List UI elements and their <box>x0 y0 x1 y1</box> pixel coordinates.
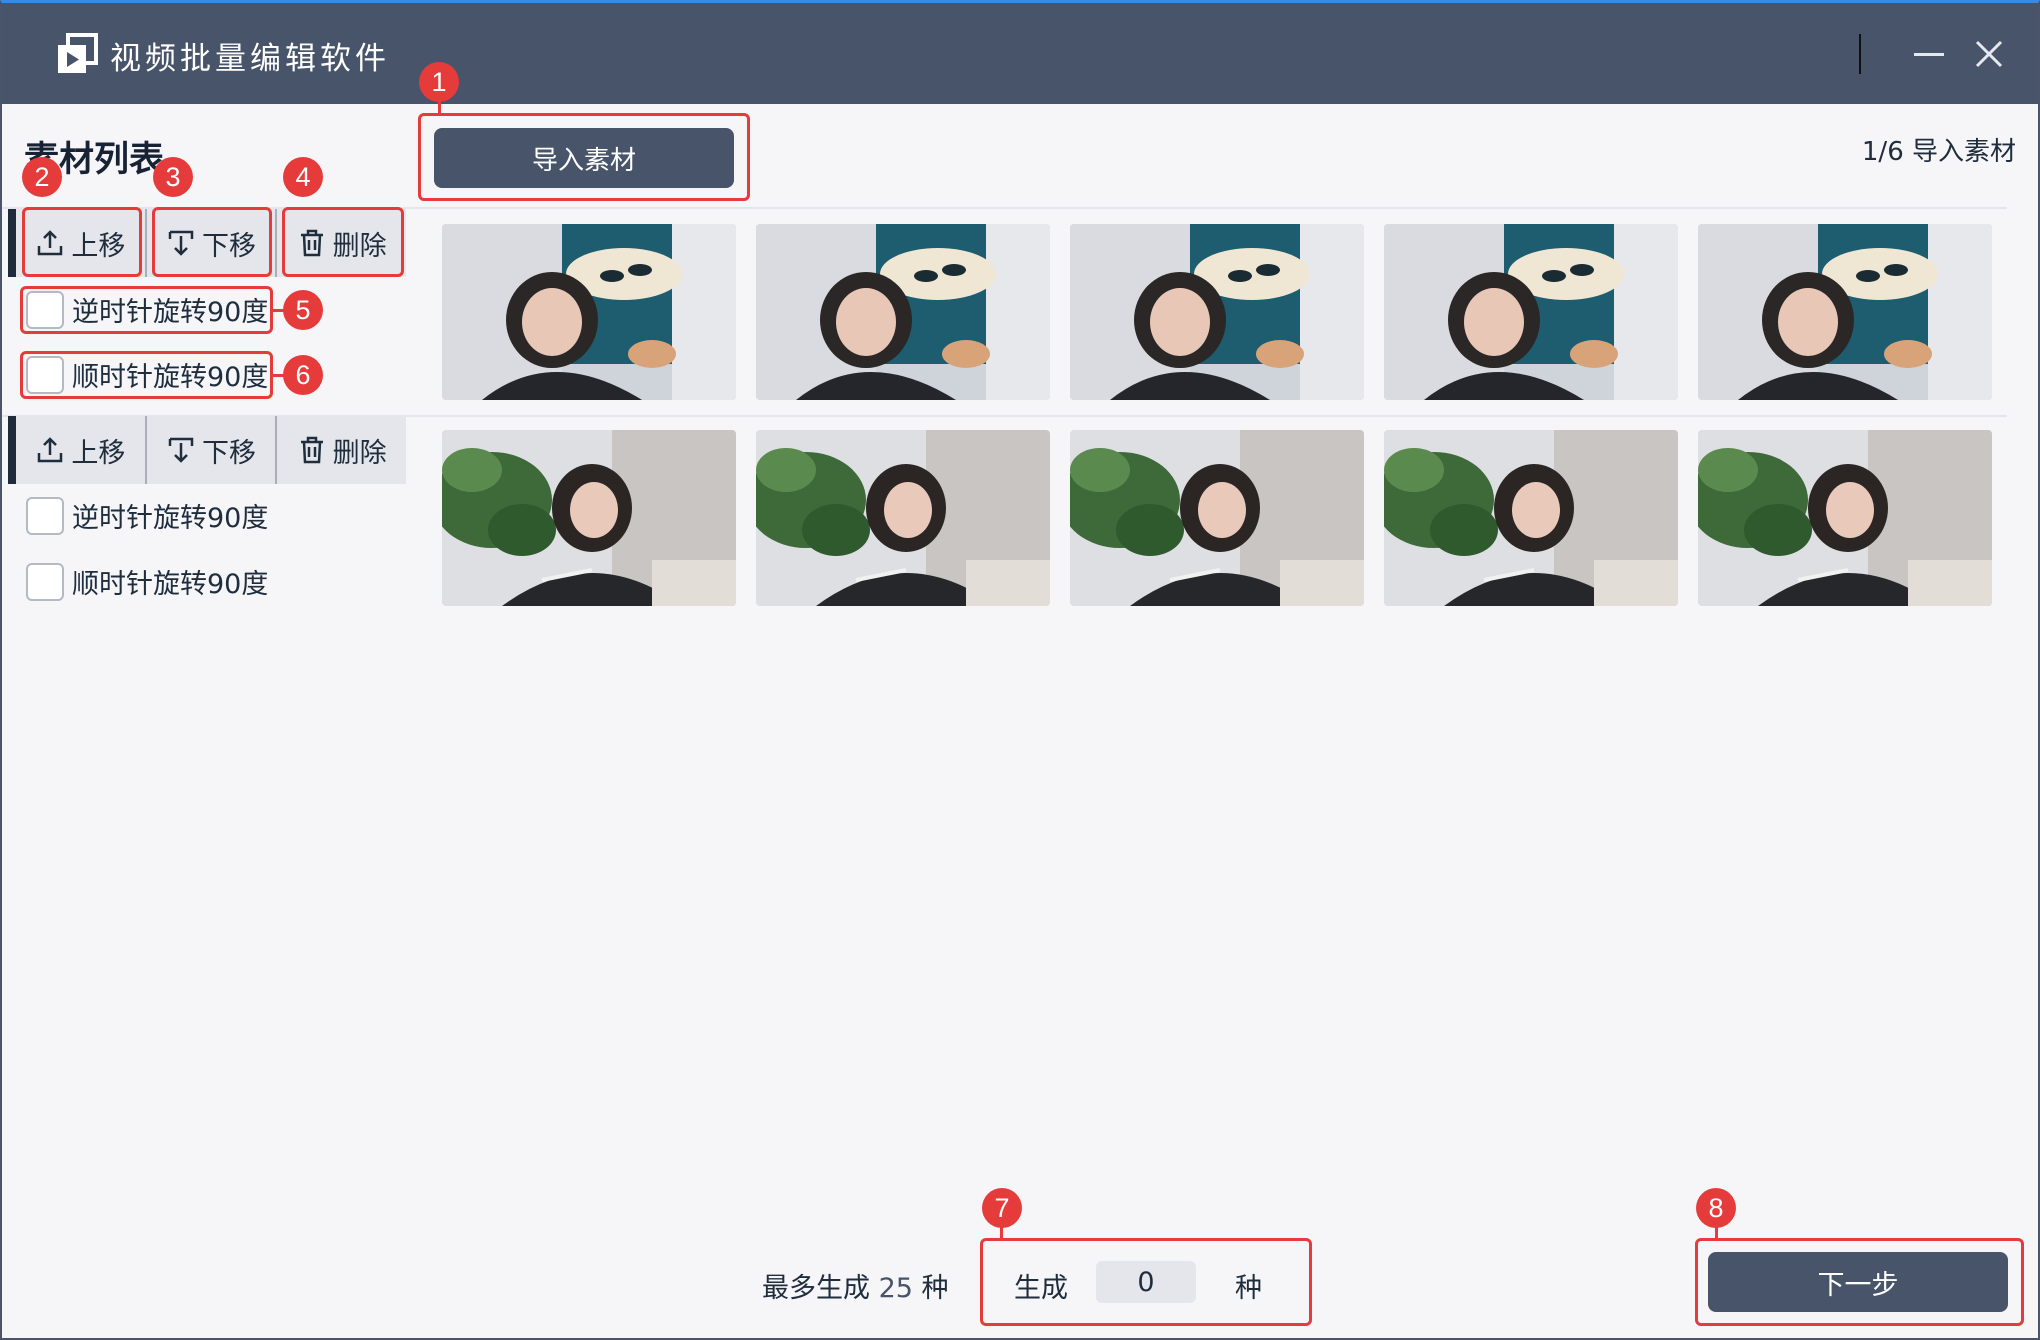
rotate-ccw-option[interactable]: 逆时针旋转90度 <box>26 496 268 535</box>
upload-icon <box>38 437 63 463</box>
annotation-badge-1: 1 <box>419 62 459 102</box>
annotation-box-8 <box>1695 1238 2024 1326</box>
video-frame-thumbnail <box>1070 430 1364 606</box>
annotation-badge-2: 2 <box>22 157 62 197</box>
annotation-box-3 <box>152 207 272 277</box>
row-accent <box>8 416 16 484</box>
download-icon <box>168 437 194 463</box>
move-down-label: 下移 <box>202 437 256 469</box>
rotate-cw-option[interactable]: 顺时针旋转90度 <box>26 562 268 601</box>
minimize-icon[interactable] <box>1914 53 1944 56</box>
max-prefix: 最多生成 <box>762 1273 870 1304</box>
video-frame-thumbnail <box>756 224 1050 400</box>
video-frame-thumbnail <box>442 224 736 400</box>
video-frame-thumbnail <box>1698 224 1992 400</box>
trash-icon <box>300 436 323 464</box>
max-value: 25 <box>878 1273 913 1304</box>
rotate-cw-label: 顺时针旋转90度 <box>72 569 269 600</box>
rotate-cw-checkbox[interactable] <box>26 562 64 601</box>
app-title: 视频批量编辑软件 <box>110 41 390 77</box>
frame-strip <box>442 430 1992 606</box>
annotation-box-4 <box>282 207 404 277</box>
video-frame-thumbnail <box>442 430 736 606</box>
annotation-badge-4: 4 <box>283 157 323 197</box>
video-frame-thumbnail <box>1384 430 1678 606</box>
annotation-badge-3: 3 <box>153 157 193 197</box>
delete-label: 删除 <box>332 437 387 469</box>
app-window: 视频批量编辑软件 素材列表 导入素材 1/6 导入素材 上移 下移 删除 逆时针… <box>0 0 2040 1340</box>
annotation-box-7 <box>980 1238 1312 1326</box>
delete-button[interactable]: 删除 <box>277 416 406 484</box>
row-accent <box>8 209 16 277</box>
move-down-button[interactable]: 下移 <box>147 416 278 484</box>
annotation-box-6 <box>20 351 273 399</box>
close-icon[interactable] <box>1974 39 2004 69</box>
annotation-badge-8: 8 <box>1696 1188 1736 1228</box>
title-bar: 视频批量编辑软件 <box>2 3 2038 104</box>
rotate-ccw-checkbox[interactable] <box>26 496 64 535</box>
video-frame-thumbnail <box>1070 224 1364 400</box>
video-frame-thumbnail <box>1698 430 1992 606</box>
video-frame-thumbnail <box>756 430 1050 606</box>
video-frame-thumbnail <box>1384 224 1678 400</box>
rotate-ccw-label: 逆时针旋转90度 <box>72 503 269 534</box>
annotation-badge-6: 6 <box>283 355 323 395</box>
material-toolbar: 上移 下移 删除 <box>16 416 406 484</box>
annotation-box-1 <box>418 113 750 201</box>
max-suffix: 种 <box>921 1273 949 1304</box>
move-up-button[interactable]: 上移 <box>16 416 147 484</box>
annotation-box-5 <box>20 286 273 334</box>
title-separator <box>1859 34 1861 74</box>
import-counter: 1/6 导入素材 <box>1861 137 2016 167</box>
max-generation-text: 最多生成 25 种 <box>762 1266 949 1305</box>
move-up-label: 上移 <box>71 437 126 469</box>
annotation-badge-5: 5 <box>283 290 323 330</box>
frame-strip <box>442 224 1992 400</box>
app-logo-icon <box>58 33 98 73</box>
annotation-box-2 <box>22 207 142 277</box>
annotation-badge-7: 7 <box>982 1188 1022 1228</box>
